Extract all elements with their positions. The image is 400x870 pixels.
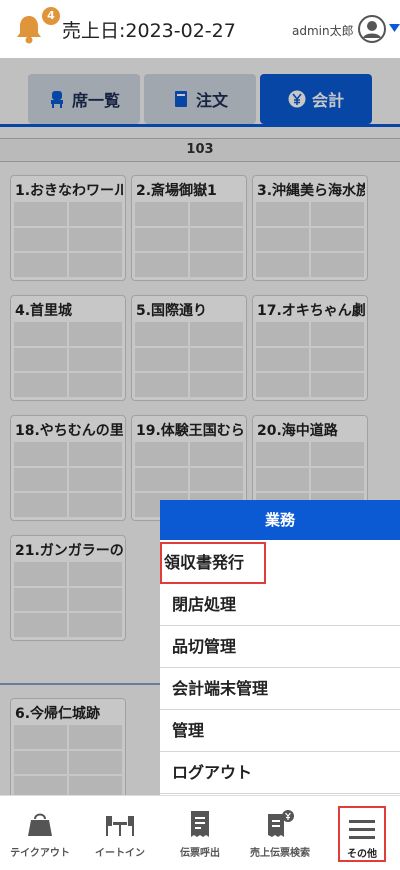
nav-label: その他	[347, 849, 377, 860]
nav-label: 売上伝票検索	[250, 848, 310, 859]
dine-in-table-icon	[106, 816, 134, 836]
user-avatar-icon[interactable]	[358, 15, 386, 43]
takeout-bag-icon	[28, 813, 52, 836]
nav-dine-in[interactable]: イートイン	[80, 796, 160, 870]
nav-sales-receipt-search[interactable]: 売上伝票検索	[240, 796, 320, 870]
user-name[interactable]: admin太郎	[292, 22, 354, 39]
nav-receipt-recall[interactable]: 伝票呼出	[160, 796, 240, 870]
menu-header: 業務	[160, 500, 400, 540]
nav-more[interactable]: その他	[338, 806, 386, 862]
bottom-navigation: テイクアウト イートイン 伝票呼出 売上伝票検索 その他	[0, 795, 400, 870]
menu-item-logout[interactable]: ログアウト	[160, 752, 400, 794]
receipt-icon	[191, 811, 209, 837]
app-header: 4 売上日:2023-02-27 admin太郎	[0, 0, 400, 58]
menu-item-checkout-terminal-management[interactable]: 会計端末管理	[160, 668, 400, 710]
notification-bell-icon[interactable]	[12, 12, 46, 46]
chevron-down-icon[interactable]	[389, 24, 400, 32]
notification-badge: 4	[42, 7, 60, 25]
nav-label: テイクアウト	[10, 848, 70, 859]
menu-item-issue-receipt[interactable]: 領収書発行	[160, 542, 266, 584]
sales-date: 売上日:2023-02-27	[62, 20, 236, 42]
nav-label: イートイン	[95, 848, 145, 859]
menu-icon	[349, 820, 375, 839]
menu-item-administration[interactable]: 管理	[160, 710, 400, 752]
menu-item-close-store[interactable]: 閉店処理	[160, 584, 400, 626]
nav-takeout[interactable]: テイクアウト	[0, 796, 80, 870]
sales-receipt-search-icon	[268, 810, 294, 837]
business-menu: 業務 領収書発行 閉店処理 品切管理 会計端末管理 管理 ログアウト	[160, 500, 400, 796]
nav-label: 伝票呼出	[180, 848, 220, 859]
menu-item-sold-out-management[interactable]: 品切管理	[160, 626, 400, 668]
